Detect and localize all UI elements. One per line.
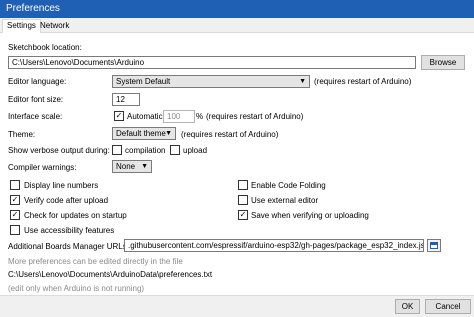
display-line-numbers-checkbox[interactable] (10, 180, 20, 190)
dialog-footer: OK Cancel (0, 295, 474, 317)
boards-manager-url-input[interactable]: .githubusercontent.com/espressif/arduino… (124, 239, 424, 252)
interface-scale-note: (requires restart of Arduino) (206, 112, 304, 121)
save-on-verify-checkbox[interactable] (238, 210, 248, 220)
option-label: Use external editor (251, 196, 319, 205)
settings-panel: Sketchbook location: C:\Users\Lenovo\Doc… (0, 33, 474, 295)
edit-urls-button[interactable] (427, 239, 441, 252)
verify-after-upload-checkbox[interactable] (10, 195, 20, 205)
interface-scale-unit: % (196, 112, 204, 121)
chevron-down-icon: ▼ (165, 130, 172, 137)
verbose-upload-label: upload (183, 146, 208, 155)
automatic-scale-checkbox[interactable] (114, 111, 124, 121)
check-updates-checkbox[interactable] (10, 210, 20, 220)
code-folding-checkbox[interactable] (238, 180, 248, 190)
interface-scale-input[interactable]: 100 (163, 110, 195, 123)
window-title: Preferences (0, 0, 474, 18)
option-label: Verify code after upload (24, 196, 109, 205)
theme-label: Theme: (8, 130, 36, 139)
option-label: Use accessibility features (24, 226, 115, 235)
verbose-label: Show verbose output during: (8, 146, 110, 155)
more-prefs-text: More preferences can be edited directly … (8, 257, 183, 266)
external-editor-checkbox[interactable] (238, 195, 248, 205)
theme-value: Default theme (116, 129, 166, 138)
automatic-scale-label: Automatic (127, 112, 163, 121)
verbose-upload-checkbox[interactable] (170, 145, 180, 155)
chevron-down-icon: ▼ (299, 78, 306, 85)
editor-language-value: System Default (116, 77, 171, 86)
cancel-button[interactable]: Cancel (425, 299, 471, 314)
sketchbook-label: Sketchbook location: (8, 43, 82, 52)
verbose-compilation-label: compilation (125, 146, 166, 155)
tab-bar: Settings Network (0, 18, 474, 34)
editor-language-label: Editor language: (8, 77, 67, 86)
option-label: Check for updates on startup (24, 211, 127, 220)
sketchbook-path-input[interactable]: C:\Users\Lenovo\Documents\Arduino (8, 56, 416, 69)
ok-button[interactable]: OK (395, 299, 420, 314)
font-size-input[interactable]: 12 (112, 93, 140, 106)
compiler-warnings-select[interactable]: None ▼ (112, 160, 152, 173)
option-label: Enable Code Folding (251, 181, 326, 190)
browse-button[interactable]: Browse (421, 55, 465, 70)
interface-scale-label: Interface scale: (8, 112, 63, 121)
chevron-down-icon: ▼ (141, 163, 148, 170)
editor-language-select[interactable]: System Default ▼ (112, 75, 310, 88)
tab-network[interactable]: Network (36, 20, 73, 33)
boards-manager-label: Additional Boards Manager URLs: (8, 242, 129, 251)
more-prefs-note: (edit only when Arduino is not running) (8, 284, 145, 293)
accessibility-checkbox[interactable] (10, 225, 20, 235)
compiler-warnings-value: None (116, 162, 136, 171)
window-icon (430, 242, 438, 249)
compiler-warnings-label: Compiler warnings: (8, 163, 77, 172)
theme-note: (requires restart of Arduino) (181, 130, 279, 139)
option-label: Save when verifying or uploading (251, 211, 369, 220)
verbose-compilation-checkbox[interactable] (112, 145, 122, 155)
option-label: Display line numbers (24, 181, 99, 190)
preferences-file-path[interactable]: C:\Users\Lenovo\Documents\ArduinoData\pr… (8, 269, 212, 280)
editor-language-note: (requires restart of Arduino) (314, 77, 412, 86)
theme-select[interactable]: Default theme ▼ (112, 127, 176, 140)
font-size-label: Editor font size: (8, 95, 64, 104)
